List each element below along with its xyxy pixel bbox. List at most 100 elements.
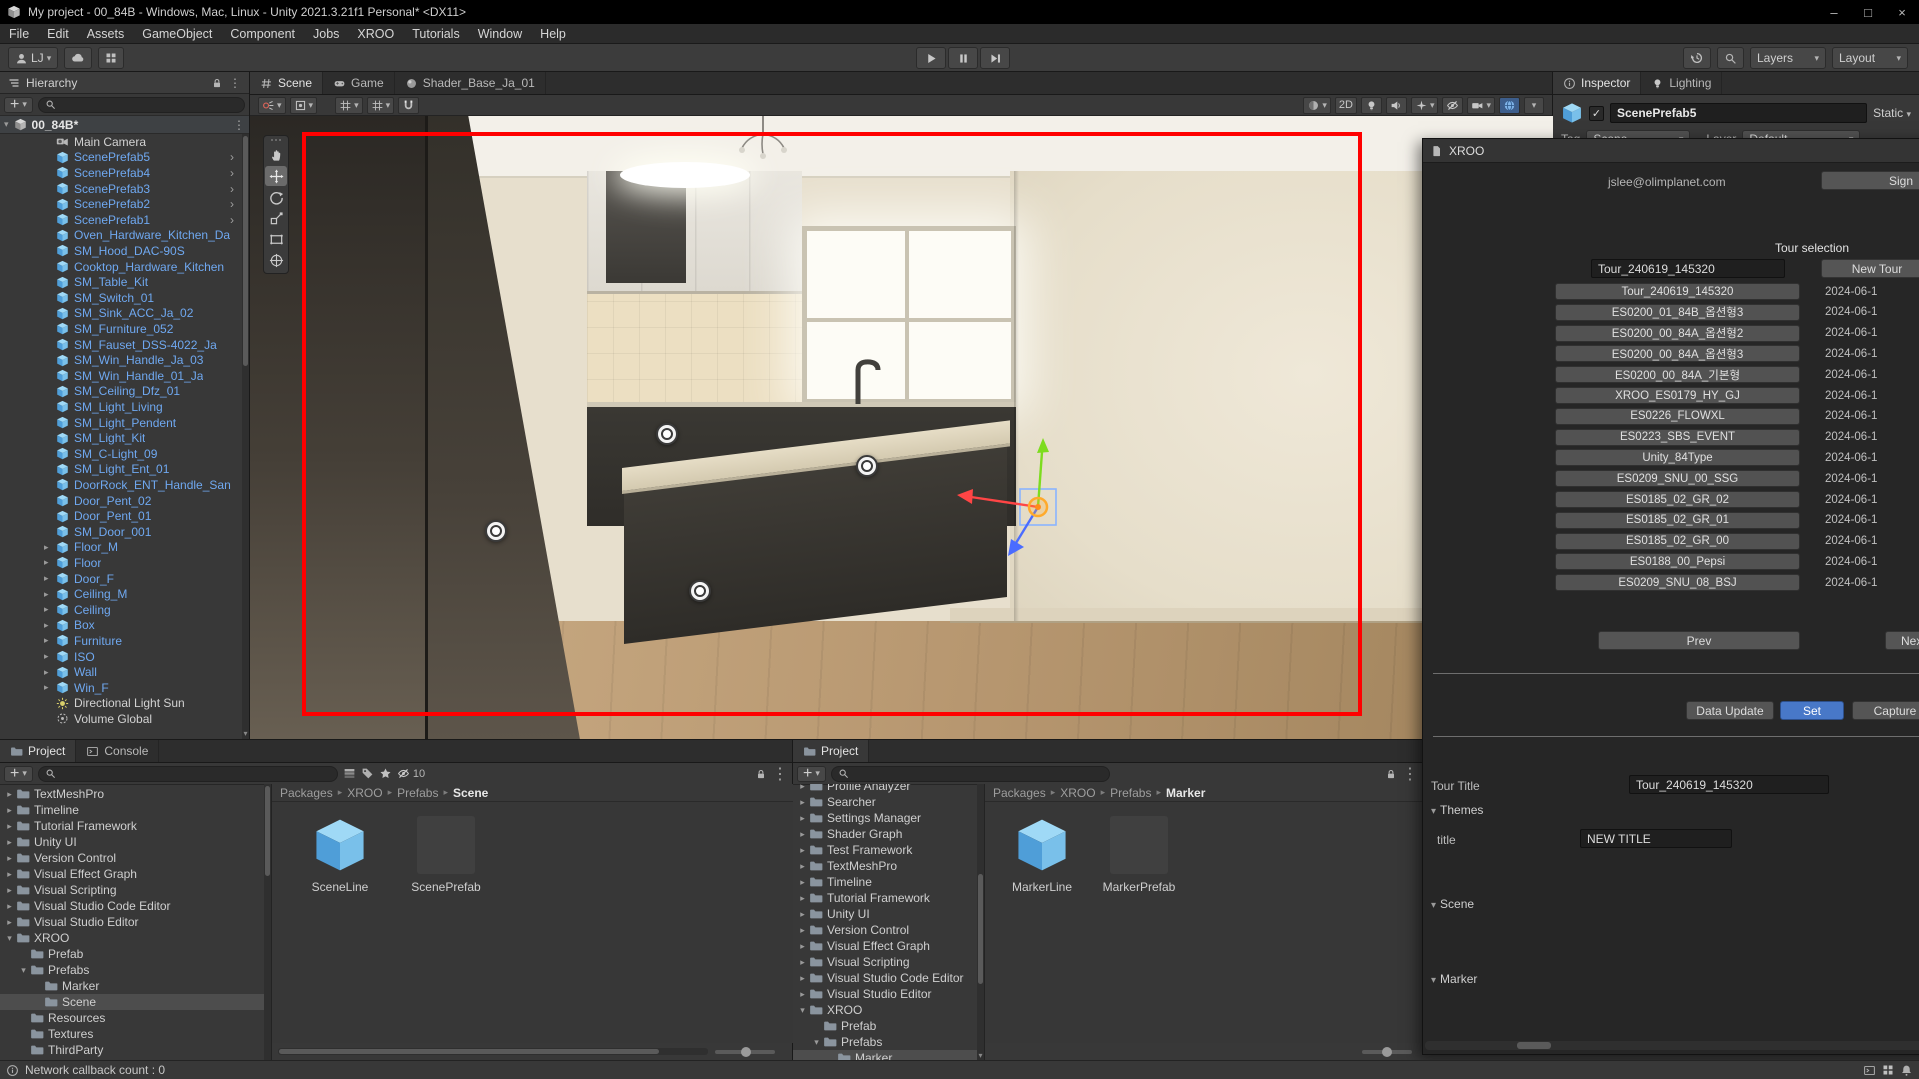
breadcrumb-xroo[interactable]: XROO [347,786,382,800]
tab-game[interactable]: Game [323,72,395,94]
marker-foldout[interactable]: ▾Marker [1431,972,1477,986]
lock-icon[interactable] [755,768,767,780]
scene-audio-toggle[interactable] [1386,97,1407,114]
add-object-button[interactable]: +▾ [4,97,33,113]
fold-arrow-icon[interactable]: ▸ [797,784,808,792]
gizmos-toggle[interactable] [1499,97,1520,114]
project-search-input[interactable] [831,766,1110,782]
tab-console[interactable]: Console [76,740,159,762]
fold-arrow-icon[interactable]: ▸ [797,973,808,984]
scene-lighting-toggle[interactable] [1361,97,1382,114]
breadcrumb-packages[interactable]: Packages [280,786,333,800]
expand-arrow-icon[interactable]: ▸ [44,667,56,678]
view-tool-button[interactable] [265,145,287,165]
expand-arrow-icon[interactable]: ▸ [44,620,56,631]
hierarchy-item-sm-light-pendent[interactable]: SM_Light_Pendent [0,415,242,431]
fold-arrow-icon[interactable]: ▸ [797,797,808,808]
expand-arrow-icon[interactable]: ▸ [44,542,56,553]
folder-item-prefab[interactable]: Prefab [793,1018,984,1034]
open-prefab-chevron[interactable]: › [230,150,234,164]
new-tour-button[interactable]: New Tour [1821,259,1919,278]
scene-menu-button[interactable]: ⋮ [233,118,245,132]
hierarchy-scrollbar[interactable]: ▾ [242,134,249,739]
hierarchy-item-directional-light-sun[interactable]: Directional Light Sun [0,696,242,712]
folder-item-timeline[interactable]: ▸Timeline [0,802,271,818]
status-message[interactable]: Network callback count : 0 [25,1063,165,1077]
breadcrumb-marker[interactable]: Marker [1166,786,1205,800]
project-menu-button[interactable]: ⋮ [1402,764,1418,784]
menu-tutorials[interactable]: Tutorials [403,24,468,43]
project-menu-button[interactable]: ⋮ [772,764,788,784]
fold-arrow-icon[interactable]: ▸ [797,893,808,904]
move-tool-button[interactable] [265,166,287,186]
fold-arrow-icon[interactable]: ▸ [797,989,808,1000]
menu-help[interactable]: Help [531,24,575,43]
tour-item-10[interactable]: ES0209_SNU_00_SSG [1555,470,1800,487]
hierarchy-item-ceiling[interactable]: ▸Ceiling [0,602,242,618]
hierarchy-item-sceneprefab3[interactable]: ScenePrefab3› [0,181,242,197]
folder-item-textmeshpro[interactable]: ▸TextMeshPro [0,786,271,802]
menu-window[interactable]: Window [469,24,531,43]
fold-arrow-icon[interactable]: ▸ [797,845,808,856]
menu-edit[interactable]: Edit [38,24,78,43]
folder-item-visual-studio-editor[interactable]: ▸Visual Studio Editor [793,986,984,1002]
fold-arrow-icon[interactable]: ▸ [4,789,15,800]
tool-settings-dropdown[interactable]: ▾ [258,97,286,114]
hierarchy-item-sm-hood-dac-90s[interactable]: SM_Hood_DAC-90S [0,243,242,259]
expand-arrow-icon[interactable]: ▸ [44,557,56,568]
hierarchy-item-sm-switch-01[interactable]: SM_Switch_01 [0,290,242,306]
hierarchy-item-sceneprefab1[interactable]: ScenePrefab1› [0,212,242,228]
tab-lighting[interactable]: Lighting [1641,72,1722,94]
hierarchy-item-sceneprefab5[interactable]: ScenePrefab5› [0,150,242,166]
lock-icon[interactable] [1385,768,1397,780]
fold-arrow-icon[interactable]: ▸ [797,957,808,968]
lock-icon[interactable] [211,77,223,89]
hierarchy-item-sm-furniture-052[interactable]: SM_Furniture_052 [0,321,242,337]
hierarchy-item-sm-table-kit[interactable]: SM_Table_Kit [0,274,242,290]
scene-viewport[interactable] [250,116,1553,739]
folder-item-tutorial-framework[interactable]: ▸Tutorial Framework [793,890,984,906]
tour-item-9[interactable]: Unity_84Type [1555,449,1800,466]
folder-item-scene[interactable]: Scene [0,994,271,1010]
tab-project[interactable]: Project [0,740,76,762]
folder-item-visual-effect-graph[interactable]: ▸Visual Effect Graph [0,866,271,882]
static-toggle[interactable]: Static ▾ [1873,106,1911,120]
folder-item-resources[interactable]: Resources [0,1010,271,1026]
tour-item-5[interactable]: ES0200_00_84A_기본형 [1555,366,1800,383]
fold-arrow-icon[interactable]: ▸ [797,909,808,920]
breadcrumb-packages[interactable]: Packages [993,786,1046,800]
breadcrumb-prefabs[interactable]: Prefabs [1110,786,1151,800]
shading-mode-dropdown[interactable]: ▾ [1303,97,1331,114]
folder-item-prefabs[interactable]: ▾Prefabs [0,962,271,978]
folder-item-version-control[interactable]: ▸Version Control [0,850,271,866]
hierarchy-item-sm-sink-acc-ja-02[interactable]: SM_Sink_ACC_Ja_02 [0,306,242,322]
asset-sceneprefab[interactable]: ScenePrefab [401,816,491,894]
hierarchy-item-sceneprefab4[interactable]: ScenePrefab4› [0,165,242,181]
project-search-input[interactable] [38,766,338,782]
services-button[interactable] [98,47,124,69]
rect-tool-button[interactable] [265,229,287,249]
title-input[interactable]: NEW TITLE [1580,829,1732,848]
scene-root-row[interactable]: ▾ 00_84B* ⋮ [0,116,249,134]
tab-inspector[interactable]: Inspector [1553,72,1641,94]
hierarchy-search-input[interactable] [38,97,245,113]
folder-item-prefab[interactable]: Prefab [0,946,271,962]
folder-item-visual-effect-graph[interactable]: ▸Visual Effect Graph [793,938,984,954]
effects-dropdown[interactable]: ▾ [1411,97,1439,114]
folder-item-settings-manager[interactable]: ▸Settings Manager [793,810,984,826]
fold-arrow-icon[interactable]: ▸ [797,941,808,952]
search-by-type-icon[interactable] [343,767,356,780]
thumbnail-zoom-slider[interactable] [715,1050,775,1054]
grid-visibility-dropdown[interactable]: ▾ [335,97,363,114]
folder-item-prefabs[interactable]: ▾Prefabs [793,1034,984,1050]
folder-item-xroo[interactable]: ▾XROO [793,1002,984,1018]
search-button[interactable] [1717,47,1744,69]
fold-arrow-icon[interactable]: ▸ [797,925,808,936]
cloud-button[interactable] [64,47,92,69]
hierarchy-item-door-pent-01[interactable]: Door_Pent_01 [0,508,242,524]
hierarchy-item-sm-light-ent-01[interactable]: SM_Light_Ent_01 [0,462,242,478]
breadcrumb-xroo[interactable]: XROO [1060,786,1095,800]
fold-arrow-icon[interactable]: ▸ [797,877,808,888]
tour-item-7[interactable]: ES0226_FLOWXL [1555,408,1800,425]
fold-arrow-icon[interactable]: ▾ [18,965,29,976]
